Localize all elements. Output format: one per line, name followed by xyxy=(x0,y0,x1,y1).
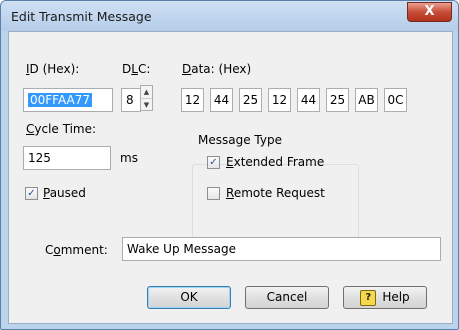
comment-label: Comment: xyxy=(45,243,108,257)
cancel-button[interactable]: Cancel xyxy=(245,286,329,309)
title-bar: Edit Transmit Message X xyxy=(1,1,458,31)
paused-label[interactable]: Paused xyxy=(43,186,86,200)
data-label: Data: (Hex) xyxy=(182,62,252,76)
id-input[interactable]: 00FFAA77 xyxy=(23,88,113,112)
data-byte-7[interactable]: 0C xyxy=(384,88,407,112)
id-label: ID (Hex): xyxy=(26,62,80,76)
data-byte-1[interactable]: 44 xyxy=(210,88,233,112)
help-icon: ? xyxy=(360,289,377,306)
spin-up-icon[interactable]: ▲ xyxy=(141,86,152,99)
data-byte-2[interactable]: 25 xyxy=(239,88,262,112)
data-byte-4[interactable]: 44 xyxy=(297,88,320,112)
data-byte-0[interactable]: 12 xyxy=(181,88,204,112)
remote-request-label[interactable]: Remote Request xyxy=(226,186,325,200)
cycle-time-label: Cycle Time: xyxy=(26,122,97,136)
help-button-label: Help xyxy=(382,290,410,304)
dlc-label: DLC: xyxy=(122,62,151,76)
cycle-time-unit: ms xyxy=(120,151,138,165)
spin-down-icon[interactable]: ▼ xyxy=(141,99,152,111)
message-type-title: Message Type xyxy=(194,133,286,147)
help-button[interactable]: ? Help xyxy=(343,286,427,309)
ok-button[interactable]: OK xyxy=(147,286,231,309)
close-icon: X xyxy=(424,4,435,19)
close-button[interactable]: X xyxy=(407,2,452,22)
paused-checkbox[interactable]: ✓ xyxy=(25,187,38,200)
extended-frame-label[interactable]: Extended Frame xyxy=(226,155,324,169)
comment-input[interactable]: Wake Up Message xyxy=(122,237,441,261)
dlc-spinner[interactable]: ▲ ▼ xyxy=(140,85,153,111)
edit-transmit-message-dialog: Edit Transmit Message X ID (Hex): 00FFAA… xyxy=(0,0,459,330)
dialog-body: ID (Hex): 00FFAA77 DLC: 8 ▲ ▼ Data: (Hex… xyxy=(8,31,453,324)
data-byte-3[interactable]: 12 xyxy=(268,88,291,112)
cycle-time-input[interactable]: 125 xyxy=(23,146,111,170)
check-icon: ✓ xyxy=(27,188,36,199)
extended-frame-checkbox[interactable]: ✓ xyxy=(207,156,220,169)
remote-request-checkbox[interactable] xyxy=(207,187,220,200)
data-byte-5[interactable]: 25 xyxy=(326,88,349,112)
window-title: Edit Transmit Message xyxy=(11,9,152,24)
dlc-input[interactable]: 8 xyxy=(121,88,141,112)
data-byte-6[interactable]: AB xyxy=(355,88,378,112)
check-icon: ✓ xyxy=(209,157,218,168)
